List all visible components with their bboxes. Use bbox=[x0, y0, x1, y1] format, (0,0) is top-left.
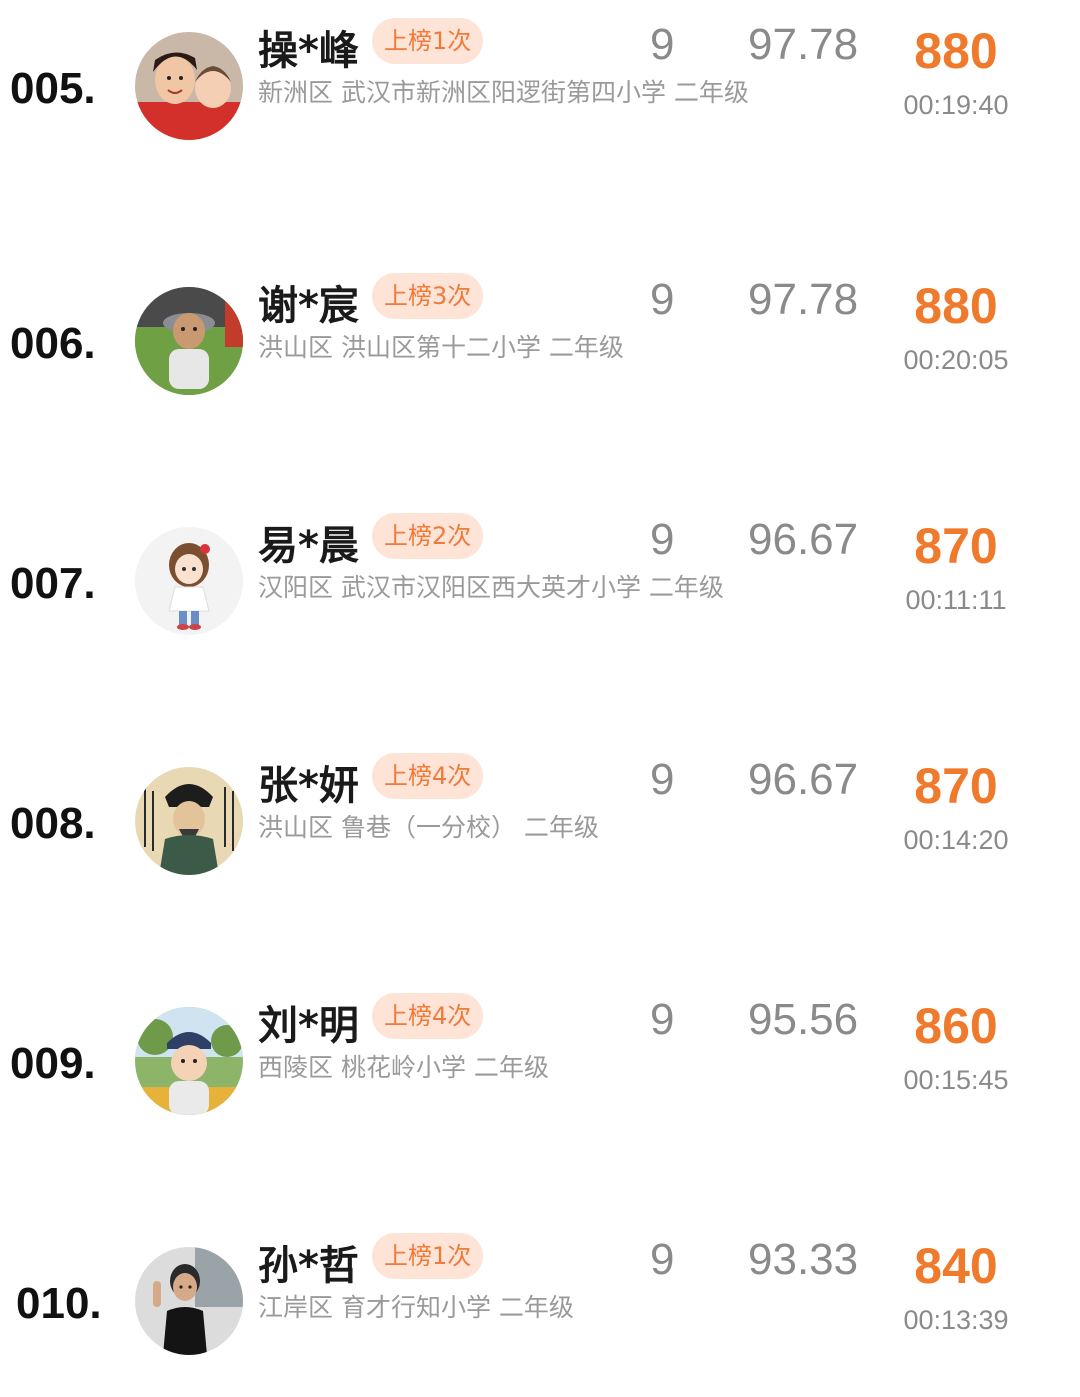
leaderboard-row[interactable]: 007. 易*晨 上榜2次 9 96.67 汉阳区 武汉市汉阳区西大英才小学 二… bbox=[0, 513, 1080, 677]
question-count: 9 bbox=[650, 995, 675, 1044]
leaderboard-row[interactable]: 010. 孙*哲 上榜1次 9 93.33 江岸区 育才行知小学 二年级 840… bbox=[0, 1233, 1080, 1397]
avatar-cartoon-girl-icon[interactable] bbox=[135, 527, 243, 635]
rank-times-badge: 上榜1次 bbox=[372, 18, 484, 64]
accuracy-value: 96.67 bbox=[748, 515, 859, 564]
time-used: 00:15:45 bbox=[903, 1065, 1009, 1095]
avatar-photo-child-on-grass-icon[interactable] bbox=[135, 287, 243, 395]
question-count: 9 bbox=[650, 275, 675, 324]
time-used: 00:14:20 bbox=[903, 825, 1009, 855]
leaderboard-row[interactable]: 009. 刘*明 上榜4次 9 95.56 西陵区 桃花岭小学 二年级 860 … bbox=[0, 993, 1080, 1157]
rank-number: 008. bbox=[10, 799, 96, 848]
time-used: 00:11:11 bbox=[905, 585, 1007, 615]
user-name: 操*峰 bbox=[258, 28, 359, 74]
score-value: 880 bbox=[914, 278, 998, 334]
leaderboard-row[interactable]: 006. 谢*宸 上榜3次 9 97.78 洪山区 洪山区第十二小学 二年级 8… bbox=[0, 273, 1080, 437]
score-value: 870 bbox=[914, 518, 998, 574]
avatar-photo-mother-child-icon[interactable] bbox=[135, 32, 243, 140]
rank-number: 007. bbox=[10, 559, 96, 608]
question-count: 9 bbox=[650, 20, 675, 69]
rank-number: 010. bbox=[16, 1279, 102, 1328]
question-count: 9 bbox=[650, 1235, 675, 1284]
avatar-photo-boy-black-shirt-icon[interactable] bbox=[135, 1247, 243, 1355]
time-used: 00:19:40 bbox=[903, 90, 1009, 120]
school-info: 洪山区 洪山区第十二小学 二年级 bbox=[258, 333, 624, 362]
leaderboard-list: 005. 操*峰 上榜1次 9 97.78 新洲区 武汉市新洲区阳逻街第四小学 … bbox=[0, 0, 1080, 1381]
rank-number: 009. bbox=[10, 1039, 96, 1088]
score-value: 880 bbox=[914, 23, 998, 79]
accuracy-value: 97.78 bbox=[748, 275, 859, 324]
accuracy-value: 95.56 bbox=[748, 995, 859, 1044]
rank-times-badge: 上榜4次 bbox=[372, 993, 484, 1039]
accuracy-value: 96.67 bbox=[748, 755, 859, 804]
user-name: 孙*哲 bbox=[258, 1243, 359, 1289]
score-value: 870 bbox=[914, 758, 998, 814]
time-used: 00:20:05 bbox=[903, 345, 1009, 375]
score-value: 840 bbox=[914, 1238, 998, 1294]
accuracy-value: 93.33 bbox=[748, 1235, 859, 1284]
rank-times-badge: 上榜1次 bbox=[372, 1233, 484, 1279]
accuracy-value: 97.78 bbox=[748, 20, 859, 69]
school-info: 西陵区 桃花岭小学 二年级 bbox=[258, 1053, 549, 1082]
avatar-ancient-portrait-icon[interactable] bbox=[135, 767, 243, 875]
user-name: 易*晨 bbox=[258, 523, 359, 569]
school-info: 江岸区 育才行知小学 二年级 bbox=[258, 1293, 574, 1322]
leaderboard-row[interactable]: 008. 张*妍 上榜4次 9 96.67 洪山区 鲁巷（一分校） 二年级 87… bbox=[0, 753, 1080, 917]
school-info: 汉阳区 武汉市汉阳区西大英才小学 二年级 bbox=[258, 573, 724, 602]
question-count: 9 bbox=[650, 755, 675, 804]
rank-times-badge: 上榜4次 bbox=[372, 753, 484, 799]
rank-number: 006. bbox=[10, 319, 96, 368]
school-info: 新洲区 武汉市新洲区阳逻街第四小学 二年级 bbox=[258, 78, 749, 107]
question-count: 9 bbox=[650, 515, 675, 564]
rank-times-badge: 上榜3次 bbox=[372, 273, 484, 319]
user-name: 刘*明 bbox=[258, 1003, 359, 1049]
leaderboard-row[interactable]: 005. 操*峰 上榜1次 9 97.78 新洲区 武汉市新洲区阳逻街第四小学 … bbox=[0, 18, 1080, 182]
rank-number: 005. bbox=[10, 64, 96, 113]
avatar-photo-child-cap-icon[interactable] bbox=[135, 1007, 243, 1115]
time-used: 00:13:39 bbox=[903, 1305, 1009, 1335]
user-name: 谢*宸 bbox=[258, 283, 359, 329]
rank-times-badge: 上榜2次 bbox=[372, 513, 484, 559]
school-info: 洪山区 鲁巷（一分校） 二年级 bbox=[258, 813, 599, 842]
score-value: 860 bbox=[914, 998, 998, 1054]
user-name: 张*妍 bbox=[258, 763, 359, 809]
